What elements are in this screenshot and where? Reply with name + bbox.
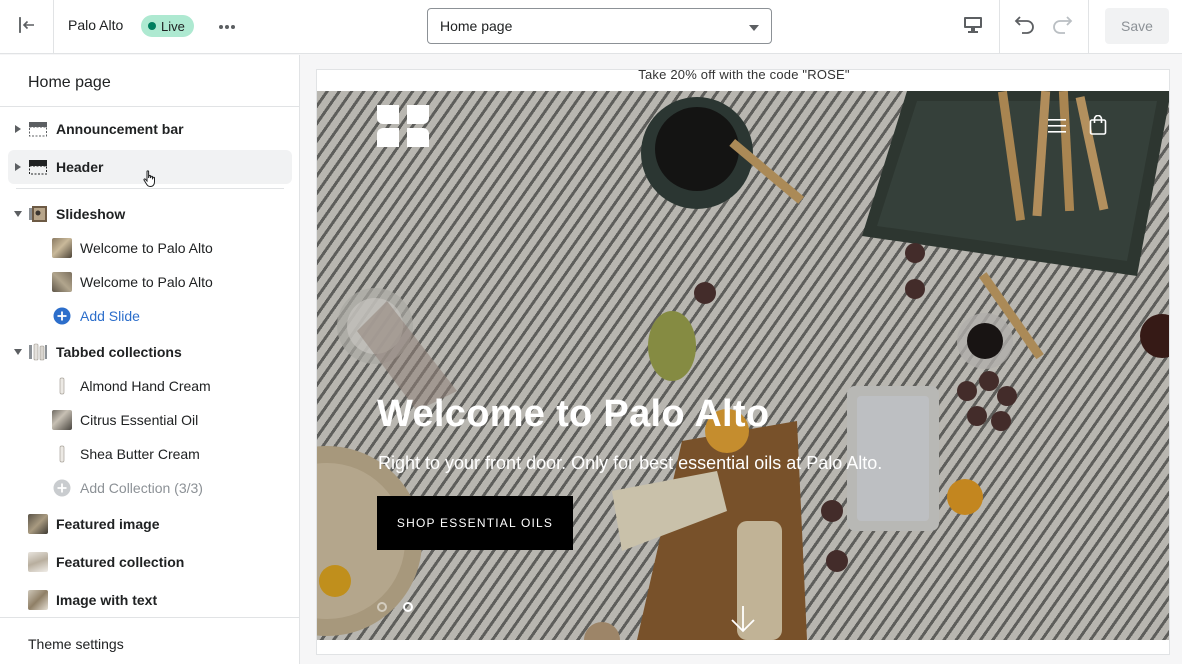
featured-image-icon <box>28 514 48 534</box>
section-label: Featured image <box>56 516 160 532</box>
arrow-down-icon[interactable] <box>730 605 756 638</box>
section-featured-image[interactable]: Featured image <box>8 507 292 541</box>
hero-slideshow[interactable]: Welcome to Palo Alto Right to your front… <box>317 91 1169 640</box>
theme-settings-link[interactable]: Theme settings <box>28 636 124 652</box>
sections-sidebar: Home page Announcement bar Header Slides… <box>0 55 300 664</box>
desktop-preview-button[interactable] <box>946 0 1000 54</box>
slide-thumbnail-icon <box>52 238 72 258</box>
section-slideshow[interactable]: Slideshow <box>8 197 292 231</box>
chevron-down-icon <box>749 18 759 34</box>
collection-thumbnail-icon <box>52 444 72 464</box>
section-tabbed-collections[interactable]: Tabbed collections <box>8 335 292 369</box>
add-slide-label: Add Slide <box>80 308 140 324</box>
collection-item[interactable]: Almond Hand Cream <box>8 369 292 403</box>
collection-item[interactable]: Citrus Essential Oil <box>8 403 292 437</box>
hero-subtitle: Right to your front door. Only for best … <box>378 453 883 473</box>
section-label: Image with text <box>56 592 158 608</box>
slide-item[interactable]: Welcome to Palo Alto <box>8 231 292 265</box>
slide-label: Welcome to Palo Alto <box>80 274 213 290</box>
caret-right-icon[interactable] <box>14 163 22 171</box>
collection-thumbnail-icon <box>52 410 72 430</box>
top-bar: Palo Alto Live Home page Save <box>0 0 1182 54</box>
save-button[interactable]: Save <box>1105 8 1169 44</box>
image-with-text-icon <box>28 590 48 610</box>
store-logo-icon[interactable] <box>377 105 429 152</box>
collection-label: Shea Butter Cream <box>80 446 200 462</box>
live-dot-icon <box>148 22 156 30</box>
featured-collection-icon <box>28 552 48 572</box>
slide-label: Welcome to Palo Alto <box>80 240 213 256</box>
add-collection-button: Add Collection (3/3) <box>8 471 292 505</box>
announcement-bar-preview[interactable]: Take 20% off with the code "ROSE" <box>317 70 1169 92</box>
header-icon <box>28 157 48 177</box>
undo-icon <box>1014 15 1036 40</box>
shopping-bag-icon[interactable] <box>1089 114 1107 140</box>
slide-thumbnail-icon <box>52 272 72 292</box>
section-label: Header <box>56 159 104 175</box>
section-featured-collection[interactable]: Featured collection <box>8 545 292 579</box>
section-label: Slideshow <box>56 206 126 222</box>
sidebar-divider <box>0 106 300 107</box>
pointer-hand-cursor-icon <box>143 170 159 193</box>
undo-button[interactable] <box>1010 12 1040 42</box>
slideshow-icon <box>28 204 48 224</box>
add-circle-icon <box>52 478 72 498</box>
store-name: Palo Alto <box>68 17 124 33</box>
add-slide-button[interactable]: Add Slide <box>8 299 292 333</box>
section-label: Announcement bar <box>56 121 184 137</box>
hero-title: Welcome to Palo Alto <box>377 393 770 435</box>
live-badge: Live <box>141 15 194 37</box>
collection-label: Citrus Essential Oil <box>80 412 199 428</box>
live-badge-label: Live <box>161 18 185 34</box>
hamburger-menu-icon[interactable] <box>1048 119 1066 138</box>
add-collection-label: Add Collection (3/3) <box>80 480 203 496</box>
storefront-preview: Take 20% off with the code "ROSE" Welcom… <box>316 69 1170 655</box>
collection-item[interactable]: Shea Butter Cream <box>8 437 292 471</box>
exit-icon <box>18 16 36 39</box>
collection-label: Almond Hand Cream <box>80 378 211 394</box>
redo-button[interactable] <box>1047 12 1077 42</box>
hero-cta-button[interactable]: SHOP ESSENTIAL OILS <box>377 496 573 550</box>
page-select-value: Home page <box>440 18 513 34</box>
section-label: Tabbed collections <box>56 344 182 360</box>
section-image-with-text[interactable]: Image with text <box>8 583 292 617</box>
slide-dot-1[interactable] <box>377 602 387 612</box>
hero-overlay <box>317 91 1169 640</box>
more-dots-icon <box>218 17 236 35</box>
topbar-divider <box>1088 0 1089 54</box>
caret-right-icon[interactable] <box>14 125 22 133</box>
slide-dot-2[interactable] <box>403 602 413 612</box>
sidebar-divider <box>0 617 300 618</box>
redo-icon <box>1051 15 1073 40</box>
section-announcement-bar[interactable]: Announcement bar <box>8 112 292 146</box>
sidebar-title: Home page <box>28 74 111 91</box>
slide-item[interactable]: Welcome to Palo Alto <box>8 265 292 299</box>
announcement-bar-icon <box>28 119 48 139</box>
preview-bottom-strip <box>317 640 1169 654</box>
caret-down-icon[interactable] <box>14 210 22 218</box>
caret-down-icon[interactable] <box>14 348 22 356</box>
tabbed-collections-icon <box>28 342 48 362</box>
page-select[interactable]: Home page <box>427 8 772 44</box>
more-actions-button[interactable] <box>214 15 240 37</box>
exit-button[interactable] <box>0 0 54 54</box>
add-circle-icon <box>52 306 72 326</box>
section-label: Featured collection <box>56 554 185 570</box>
collection-thumbnail-icon <box>52 376 72 396</box>
announcement-text: Take 20% off with the code "ROSE" <box>638 70 850 82</box>
desktop-icon <box>963 16 983 39</box>
